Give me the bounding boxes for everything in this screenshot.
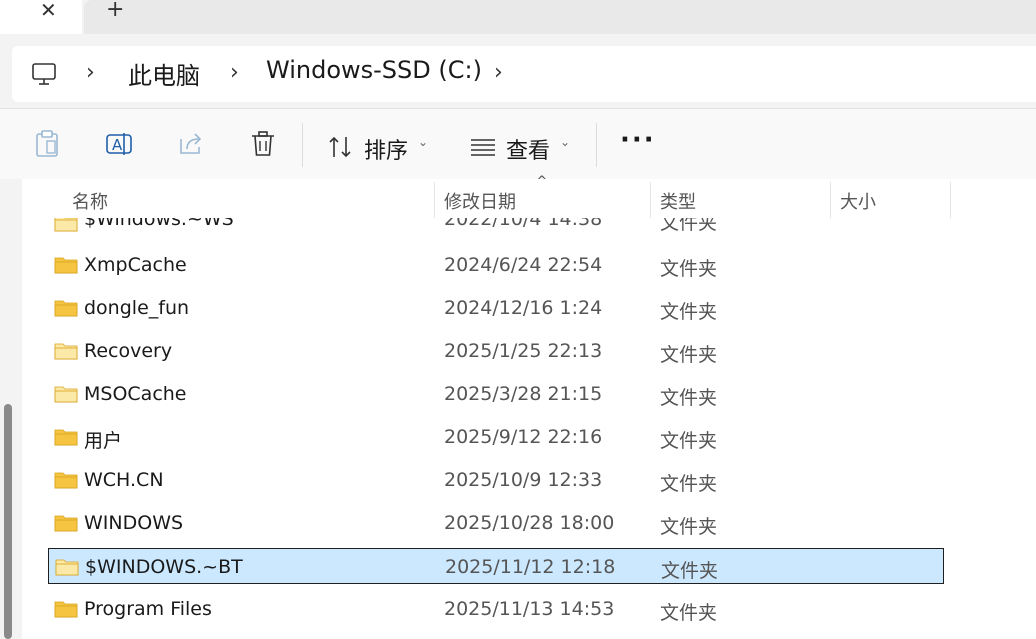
folder-light-icon [54,343,78,360]
file-name: WINDOWS [84,512,184,534]
file-name: 用户 [84,430,123,452]
svg-text:A: A [112,136,123,154]
file-type: 文件夹 [660,430,718,452]
folder-icon [54,257,78,274]
table-row[interactable]: 用户 2025/9/12 22:16 文件夹 [48,419,944,455]
table-row[interactable]: dongle_fun 2024/12/16 1:24 文件夹 [48,290,944,326]
folder-icon [54,472,78,489]
modified-date: 2025/11/12 12:18 [445,556,616,578]
chevron-down-icon: ⌄ [560,135,571,149]
sort-button[interactable]: 排序 ⌄ [320,121,432,169]
folder-light-icon [54,386,78,403]
view-label: 查看 [506,139,551,164]
file-name: XmpCache [84,254,187,276]
active-tab[interactable]: ✕ [0,0,82,34]
table-row[interactable]: WCH.CN 2025/10/9 12:33 文件夹 [48,462,944,498]
view-button[interactable]: 查看 ⌄ [460,121,580,169]
new-tab-button[interactable]: + [106,0,124,22]
tab-strip: ✕ + [0,0,1036,34]
chevron-right-icon[interactable]: › [494,60,503,85]
file-name: MSOCache [84,383,187,405]
sort-icon [329,136,351,158]
column-divider[interactable] [830,182,831,218]
table-row[interactable]: MSOCache 2025/3/28 21:15 文件夹 [48,376,944,412]
file-type: 文件夹 [660,258,718,280]
breadcrumb-this-pc[interactable]: 此电脑 [128,56,200,91]
header-spacer [22,179,1036,182]
column-divider[interactable] [650,182,651,218]
modified-date: 2024/6/24 22:54 [444,254,603,276]
folder-icon [54,300,78,317]
folder-icon [54,515,78,532]
rename-icon: A [106,133,132,155]
this-pc-icon[interactable] [32,60,56,88]
modified-date: 2025/10/28 18:00 [444,512,615,534]
list-view-icon [471,139,495,156]
file-name: Program Files [84,598,212,620]
folder-icon [54,429,78,446]
delete-button[interactable] [248,129,278,159]
share-button[interactable] [176,129,206,159]
clipboard-icon [36,130,58,157]
file-type: 文件夹 [660,602,718,624]
table-row[interactable]: $WINDOWS.~BT 2025/11/12 12:18 文件夹 [48,548,944,584]
modified-date: 2025/11/13 14:53 [444,598,615,620]
tab-strip-background [84,0,1036,34]
chevron-down-icon: ⌄ [418,135,429,149]
more-options-button[interactable]: ··· [620,125,656,155]
breadcrumb-drive-c[interactable]: Windows-SSD (C:) [266,56,482,84]
sort-label: 排序 [364,139,409,164]
file-type: 文件夹 [660,344,718,366]
folder-light-icon [55,559,79,576]
paste-button[interactable] [32,129,62,159]
table-row[interactable]: XmpCache 2024/6/24 22:54 文件夹 [48,247,944,283]
chevron-right-icon[interactable]: › [86,60,95,85]
modified-date: 2024/12/16 1:24 [444,297,603,319]
file-type: 文件夹 [660,301,718,323]
modified-date: 2025/10/9 12:33 [444,469,603,491]
sort-ascending-icon: ^ [536,174,548,190]
chevron-right-icon[interactable]: › [230,60,239,85]
toolbar-divider [596,123,597,167]
table-row[interactable]: $Windows.~WS 2022/10/4 14:38 文件夹 [48,218,944,232]
modified-date: 2025/3/28 21:15 [444,383,603,405]
folder-icon [54,601,78,618]
modified-date: 2022/10/4 14:38 [444,218,603,230]
file-type: 文件夹 [660,218,718,232]
table-row[interactable]: WINDOWS 2025/10/28 18:00 文件夹 [48,505,944,541]
file-name: Recovery [84,340,173,362]
modified-date: 2025/9/12 22:16 [444,426,603,448]
command-bar: A 排序 ⌄ 查看 ⌄ ··· [0,108,1036,180]
file-name: $Windows.~WS [84,218,234,230]
toolbar-divider [302,123,303,167]
table-row[interactable]: Recovery 2025/1/25 22:13 文件夹 [48,333,944,369]
file-name: $WINDOWS.~BT [85,556,243,578]
file-type: 文件夹 [660,387,718,409]
file-type: 文件夹 [660,473,718,495]
file-type: 文件夹 [661,560,719,582]
close-tab-icon[interactable]: ✕ [40,0,57,22]
modified-date: 2025/1/25 22:13 [444,340,603,362]
folder-light-icon [54,218,78,232]
vertical-scrollbar[interactable] [4,404,12,639]
file-name: dongle_fun [84,297,190,319]
rename-button[interactable]: A [104,129,134,159]
file-type: 文件夹 [660,516,718,538]
file-name: WCH.CN [84,469,164,491]
share-icon [180,133,202,154]
breadcrumb[interactable]: › 此电脑 › Windows-SSD (C:) › [12,46,1036,102]
trash-icon [252,131,274,156]
column-divider[interactable] [950,182,951,218]
address-bar: › 此电脑 › Windows-SSD (C:) › [0,34,1036,108]
table-row[interactable]: Program Files 2025/11/13 14:53 文件夹 [48,591,944,627]
column-divider[interactable] [434,182,435,218]
